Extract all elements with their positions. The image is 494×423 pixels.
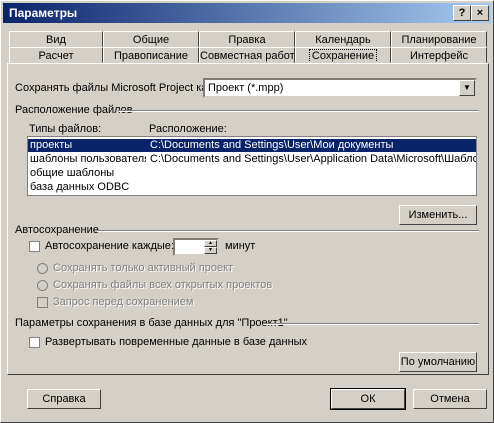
- file-type-cell: общие шаблоны: [30, 167, 115, 179]
- options-dialog: Параметры ? × Вид Общие Правка Календарь…: [0, 0, 494, 423]
- save-active-only-label: Сохранять только активный проект: [53, 262, 234, 274]
- list-item[interactable]: база данных ODBC: [28, 181, 476, 194]
- minutes-label: минут: [225, 240, 256, 252]
- tab-schedule-label: Планирование: [401, 34, 477, 46]
- location-cell: C:\Documents and Settings\User\Мои докум…: [150, 139, 394, 151]
- list-item[interactable]: общие шаблоны: [28, 167, 476, 180]
- cancel-button[interactable]: Отмена: [413, 389, 487, 409]
- help-title-button[interactable]: ?: [453, 5, 471, 21]
- autosave-checkbox[interactable]: [29, 241, 40, 252]
- autosave-interval-stepper[interactable]: ▲ ▼: [173, 238, 219, 256]
- tab-spelling-label: Правописание: [113, 50, 189, 62]
- file-type-cell: шаблоны пользователя: [30, 153, 146, 165]
- tab-view-label: Вид: [46, 34, 66, 46]
- ok-button[interactable]: ОК: [330, 388, 406, 410]
- divider: [263, 323, 479, 325]
- tab-general-label: Общие: [132, 34, 170, 46]
- db-options-group-label: Параметры сохранения в базе данных для "…: [15, 317, 288, 329]
- save-active-only-radio[interactable]: [37, 263, 48, 274]
- divider: [97, 230, 479, 232]
- tab-edit-label: Правка: [228, 34, 266, 46]
- list-item[interactable]: проекты C:\Documents and Settings\User\М…: [28, 139, 476, 152]
- tab-schedule[interactable]: Планирование: [391, 31, 487, 47]
- location-column-header: Расположение:: [149, 123, 227, 135]
- save-format-select[interactable]: Проект (*.mpp) ▼: [203, 78, 477, 98]
- help-button[interactable]: Справка: [27, 389, 101, 409]
- tab-collaborate-label: Совместная работа: [200, 50, 295, 62]
- close-title-button[interactable]: ×: [471, 5, 489, 21]
- tab-general[interactable]: Общие: [103, 31, 199, 47]
- tab-calendar[interactable]: Календарь: [295, 31, 391, 47]
- save-format-value: Проект (*.mpp): [208, 82, 284, 94]
- save-all-open-label: Сохранять файлы всех открытых проектов: [53, 279, 273, 291]
- divider: [119, 110, 479, 112]
- expand-timephased-label: Развертывать повременные данные в базе д…: [45, 336, 308, 348]
- tab-calculation[interactable]: Расчет: [9, 47, 103, 63]
- tab-edit[interactable]: Правка: [199, 31, 295, 47]
- tab-save-label: Сохранение: [308, 49, 378, 62]
- autosave-group-label: Автосохранение: [15, 224, 99, 236]
- title-bar: Параметры ? ×: [3, 3, 491, 23]
- save-all-open-radio[interactable]: [37, 280, 48, 291]
- autosave-checkbox-label: Автосохранение каждые:: [45, 240, 174, 252]
- tab-collaborate[interactable]: Совместная работа: [199, 47, 295, 63]
- tab-interface-label: Интерфейс: [410, 50, 468, 62]
- default-button[interactable]: По умолчанию: [399, 352, 477, 372]
- prompt-before-save-label: Запрос перед сохранением: [53, 296, 194, 308]
- save-format-label: Сохранять файлы Microsoft Project как:: [15, 82, 216, 94]
- tab-spelling[interactable]: Правописание: [103, 47, 199, 63]
- tab-save[interactable]: Сохранение: [295, 47, 391, 63]
- location-cell: C:\Documents and Settings\User\Applicati…: [150, 153, 476, 165]
- prompt-before-save-checkbox[interactable]: [37, 297, 48, 308]
- file-type-cell: база данных ODBC: [30, 181, 130, 193]
- tab-calendar-label: Календарь: [315, 34, 371, 46]
- tab-calculation-label: Расчет: [38, 50, 74, 62]
- file-type-column-header: Типы файлов:: [29, 123, 102, 135]
- list-item[interactable]: шаблоны пользователя C:\Documents and Se…: [28, 153, 476, 166]
- file-locations-list[interactable]: проекты C:\Documents and Settings\User\М…: [27, 136, 477, 196]
- tab-view[interactable]: Вид: [9, 31, 103, 47]
- file-type-cell: проекты: [30, 139, 73, 151]
- file-locations-group-label: Расположение файлов: [15, 104, 133, 116]
- stepper-up-icon[interactable]: ▲: [204, 240, 217, 247]
- stepper-down-icon[interactable]: ▼: [204, 247, 217, 254]
- window-title: Параметры: [9, 6, 78, 20]
- tab-interface[interactable]: Интерфейс: [391, 47, 487, 63]
- chevron-down-icon[interactable]: ▼: [459, 80, 475, 96]
- expand-timephased-checkbox[interactable]: [29, 337, 40, 348]
- change-location-button[interactable]: Изменить...: [399, 205, 477, 225]
